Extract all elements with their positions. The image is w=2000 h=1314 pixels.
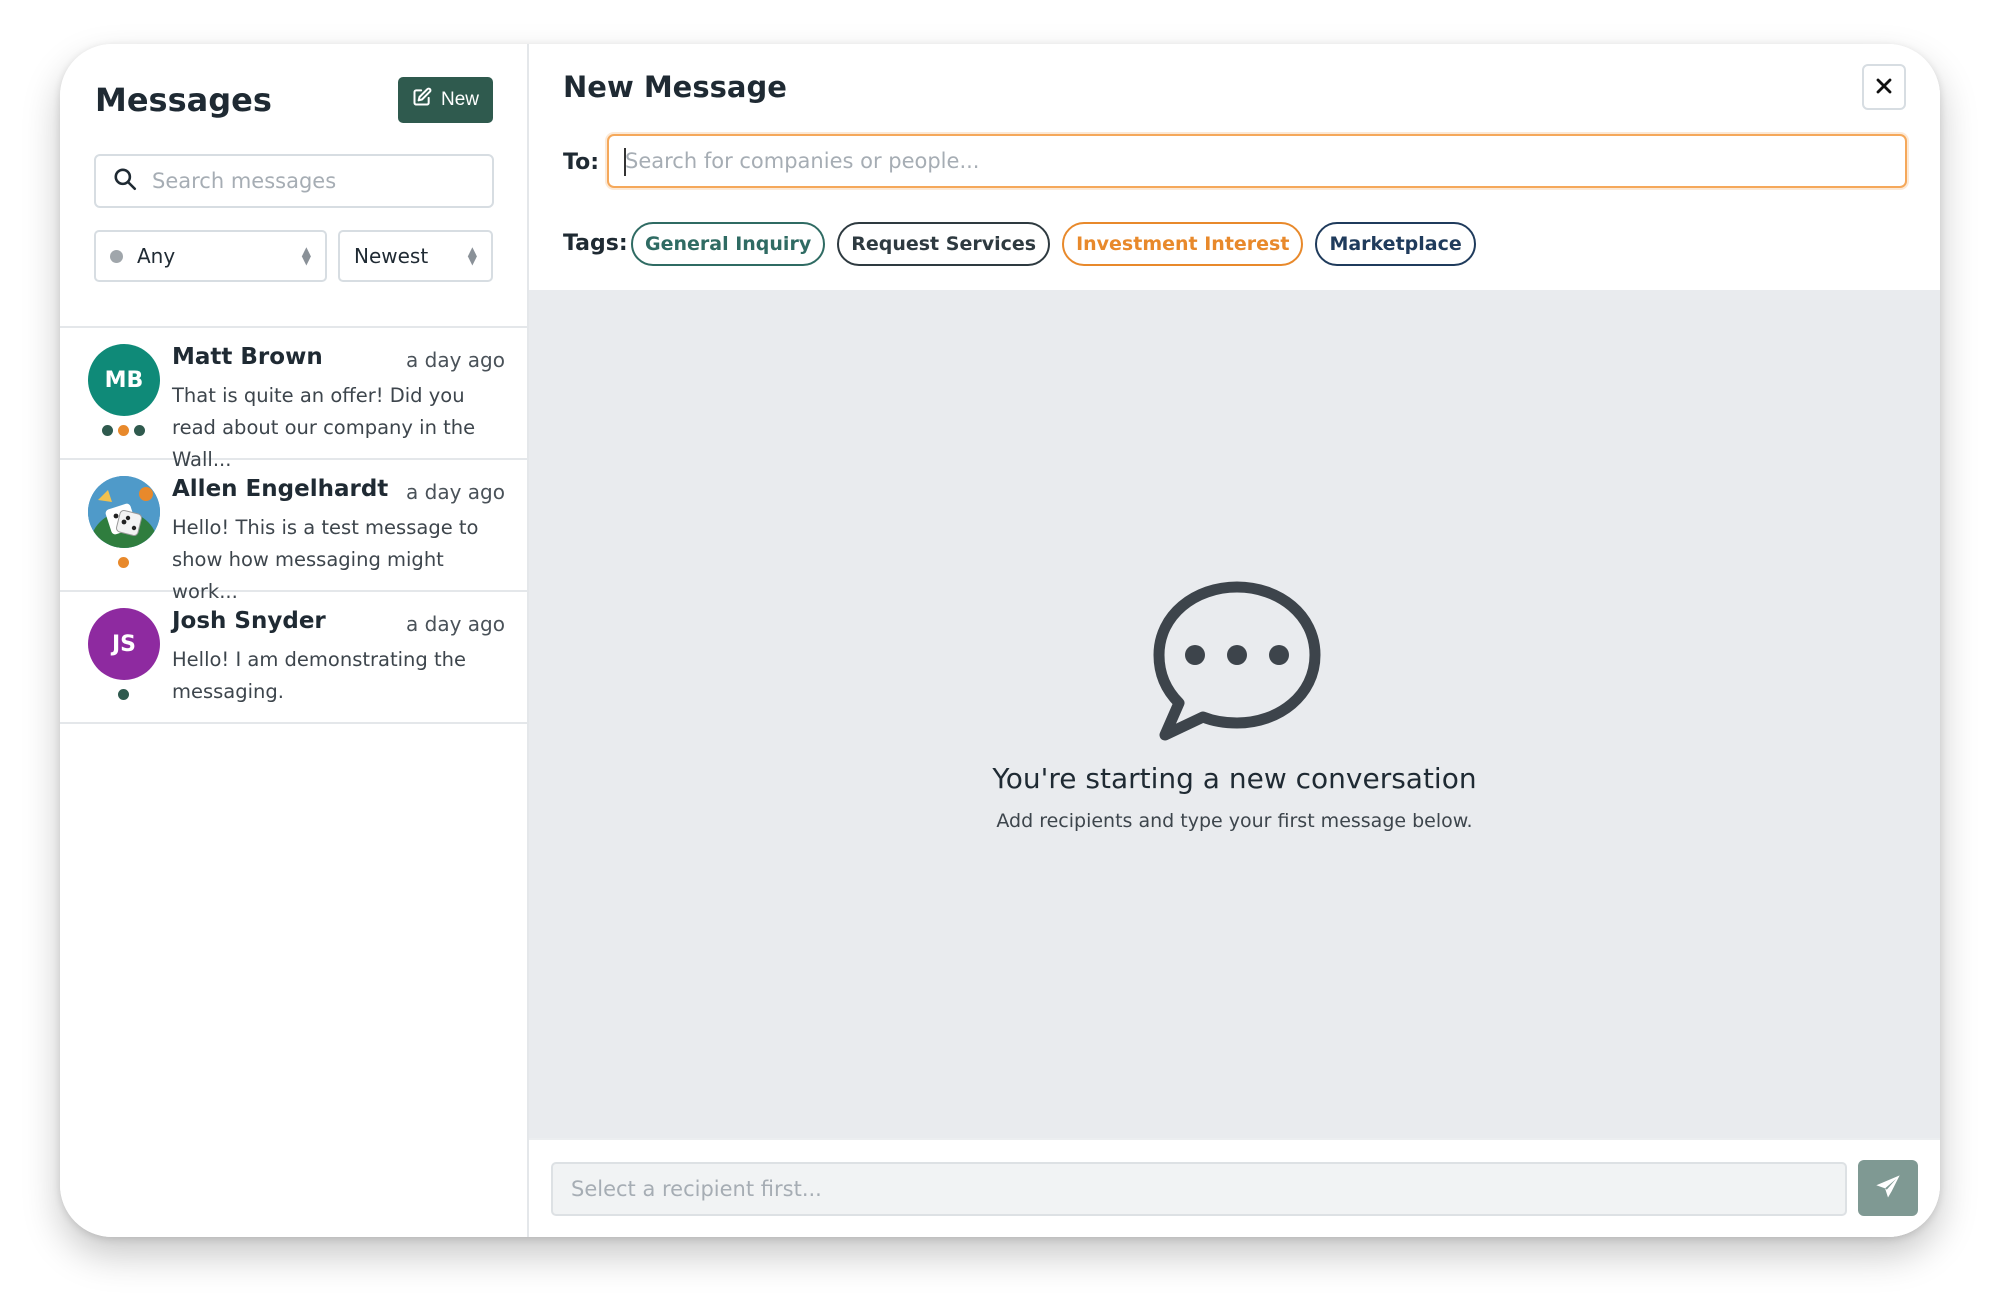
conversation-item[interactable]: MB Matt Brown a day ago That is quite an…: [60, 328, 527, 471]
message-input[interactable]: [551, 1162, 1847, 1216]
new-message-button[interactable]: New: [397, 77, 493, 123]
conversation-name: Matt Brown: [172, 344, 323, 370]
chevron-updown-icon: ▲ ▼: [467, 244, 477, 267]
search-input[interactable]: [152, 169, 472, 193]
send-button[interactable]: [1858, 1160, 1918, 1216]
sort-value: Newest: [354, 244, 429, 268]
avatar: MB: [88, 344, 160, 416]
chevron-updown-icon: ▲ ▼: [301, 244, 311, 267]
edit-icon: [412, 87, 432, 113]
status-filter-value: Any: [137, 244, 176, 268]
messages-window: Messages New Search messages Any ▲ ▼ New…: [60, 44, 1940, 1237]
sidebar-title: Messages: [95, 81, 272, 119]
conversation-time: a day ago: [406, 480, 505, 504]
status-filter-select[interactable]: Any ▲ ▼: [94, 230, 327, 282]
conversation-name: Josh Snyder: [172, 608, 326, 634]
recipient-search-input[interactable]: [607, 134, 1907, 188]
avatar-image: [88, 476, 160, 548]
status-dot: [118, 425, 129, 436]
conversation-name: Allen Engelhardt: [172, 476, 389, 502]
sidebar-header: Messages New: [95, 76, 493, 124]
main-panel: New Message To: Tags: General Inquiry Re…: [529, 44, 1940, 1237]
text-caret: [624, 148, 626, 176]
status-dot: [110, 249, 123, 263]
empty-conversation-area: You're starting a new conversation Add r…: [529, 290, 1940, 1138]
page-title: New Message: [563, 70, 787, 104]
conversation-time: a day ago: [406, 348, 505, 372]
conversation-list: MB Matt Brown a day ago That is quite an…: [60, 326, 527, 724]
sort-select[interactable]: Newest ▲ ▼: [338, 230, 493, 282]
filter-row: Any ▲ ▼ Newest ▲ ▼: [94, 230, 493, 282]
conversation-item[interactable]: Allen Engelhardt a day ago Hello! This i…: [60, 460, 527, 603]
tags-label: Tags:: [563, 231, 628, 256]
avatar: JS: [88, 608, 160, 680]
close-icon: [1875, 77, 1893, 98]
conversation-item[interactable]: JS Josh Snyder a day ago Hello! I am dem…: [60, 592, 527, 724]
status-indicators: [118, 689, 129, 700]
status-dot: [134, 425, 145, 436]
status-dot: [102, 425, 113, 436]
message-composer: [529, 1138, 1940, 1237]
tag-marketplace[interactable]: Marketplace: [1315, 222, 1476, 266]
to-label: To:: [563, 150, 599, 175]
avatar: [88, 476, 160, 548]
chat-bubble-icon: [1149, 579, 1325, 743]
send-icon: [1874, 1173, 1902, 1204]
tag-request-services[interactable]: Request Services: [837, 222, 1051, 266]
empty-state-title: You're starting a new conversation: [992, 762, 1477, 795]
sidebar: Messages New Search messages Any ▲ ▼ New…: [60, 44, 529, 1237]
compose-header: New Message To: Tags: General Inquiry Re…: [529, 44, 1940, 290]
search-icon: [112, 166, 138, 196]
status-indicators: [102, 425, 145, 436]
status-indicators: [118, 557, 129, 568]
tag-list: General Inquiry Request Services Investm…: [631, 222, 1476, 266]
tag-investment-interest[interactable]: Investment Interest: [1062, 222, 1304, 266]
close-button[interactable]: [1862, 64, 1906, 110]
conversation-time: a day ago: [406, 612, 505, 636]
status-dot: [118, 557, 129, 568]
search-box: [94, 154, 494, 208]
tag-general-inquiry[interactable]: General Inquiry: [631, 222, 826, 266]
empty-state-subtitle: Add recipients and type your first messa…: [996, 810, 1473, 832]
new-button-label: New: [440, 89, 479, 110]
status-dot: [118, 689, 129, 700]
conversation-preview: Hello! I am demonstrating the messaging.: [172, 648, 466, 703]
